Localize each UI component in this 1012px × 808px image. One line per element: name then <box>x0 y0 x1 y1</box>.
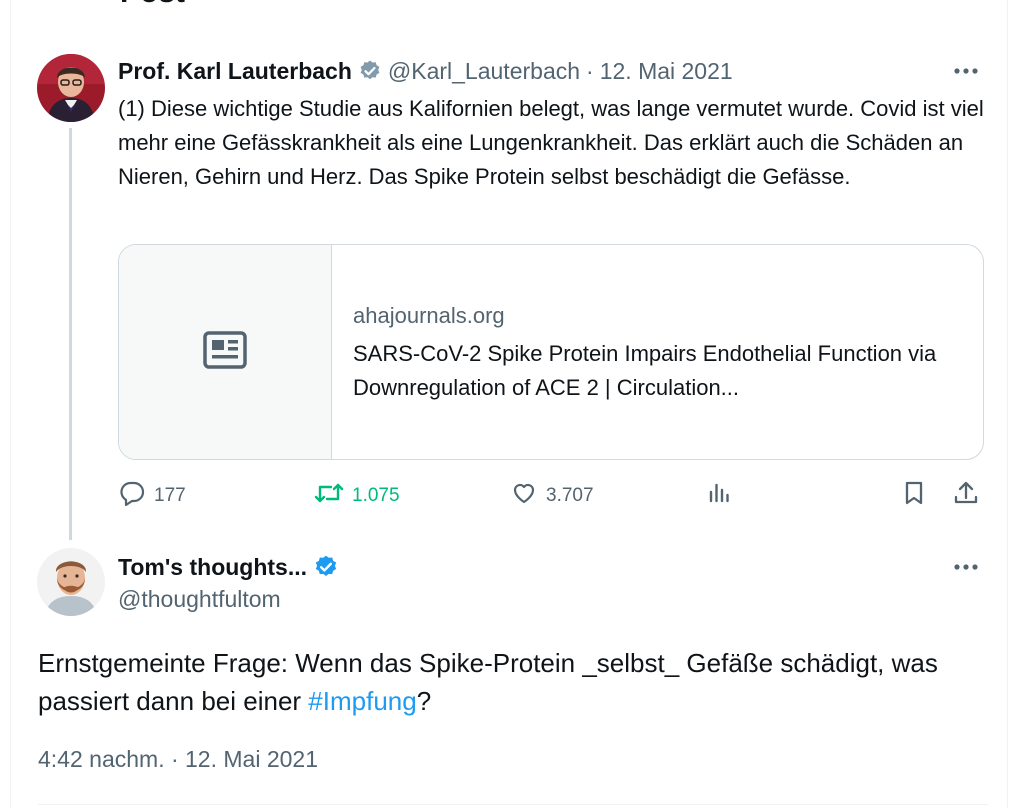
views-button[interactable] <box>706 478 734 514</box>
bookmark-icon <box>900 479 928 513</box>
link-card[interactable]: ahajournals.org SARS-CoV-2 Spike Protein… <box>118 244 984 460</box>
repost-icon <box>314 479 344 513</box>
author-name[interactable]: Prof. Karl Lauterbach <box>118 58 352 85</box>
views-icon <box>706 479 734 513</box>
card-title: SARS-CoV-2 Spike Protein Impairs Endothe… <box>353 341 937 400</box>
quoted-tweet-text: (1) Diese wichtige Studie aus Kalifornie… <box>118 96 984 189</box>
bookmark-button[interactable] <box>900 478 928 514</box>
card-media <box>119 245 332 459</box>
hashtag-link[interactable]: #Impfung <box>308 686 416 716</box>
share-button[interactable] <box>952 478 980 514</box>
thread-connector-line <box>69 128 72 540</box>
author-handle[interactable]: @Karl_Lauterbach <box>388 58 580 85</box>
page-title: Post <box>120 0 185 8</box>
more-icon[interactable] <box>948 53 984 89</box>
divider <box>38 804 988 805</box>
quoted-author-row: Prof. Karl Lauterbach @Karl_Lauterbach ·… <box>118 56 733 86</box>
reply-button[interactable]: 177 <box>118 478 186 514</box>
avatar[interactable] <box>37 54 105 122</box>
reply-tweet-text: Ernstgemeinte Frage: Wenn das Spike-Prot… <box>38 644 988 720</box>
share-icon <box>952 479 980 513</box>
verified-badge-icon <box>313 554 339 580</box>
more-icon[interactable] <box>948 549 984 585</box>
reply-author-name[interactable]: Tom's thoughts... <box>118 554 307 581</box>
reply-text-body: Ernstgemeinte Frage: Wenn das Spike-Prot… <box>38 648 938 716</box>
reply-author-handle[interactable]: @thoughtfultom <box>118 586 281 613</box>
reply-count: 177 <box>154 485 186 506</box>
tweet-date[interactable]: 12. Mai 2021 <box>600 58 733 85</box>
reply-author-row: Tom's thoughts... <box>118 552 345 582</box>
article-icon <box>203 330 247 374</box>
reply-avatar[interactable] <box>37 548 105 616</box>
action-bar: 177 1.075 3.707 <box>118 478 984 514</box>
repost-count: 1.075 <box>352 485 400 506</box>
reply-icon <box>118 479 146 513</box>
verified-badge-icon <box>358 59 382 83</box>
like-icon <box>510 479 538 513</box>
separator-dot: · <box>586 57 594 84</box>
like-button[interactable]: 3.707 <box>510 478 594 514</box>
repost-button[interactable]: 1.075 <box>314 478 400 514</box>
post-timestamp[interactable]: 4:42 nachm. · 12. Mai 2021 <box>38 746 318 773</box>
like-count: 3.707 <box>546 485 594 506</box>
card-domain: ahajournals.org <box>353 303 505 328</box>
reply-text-end: ? <box>416 686 432 716</box>
